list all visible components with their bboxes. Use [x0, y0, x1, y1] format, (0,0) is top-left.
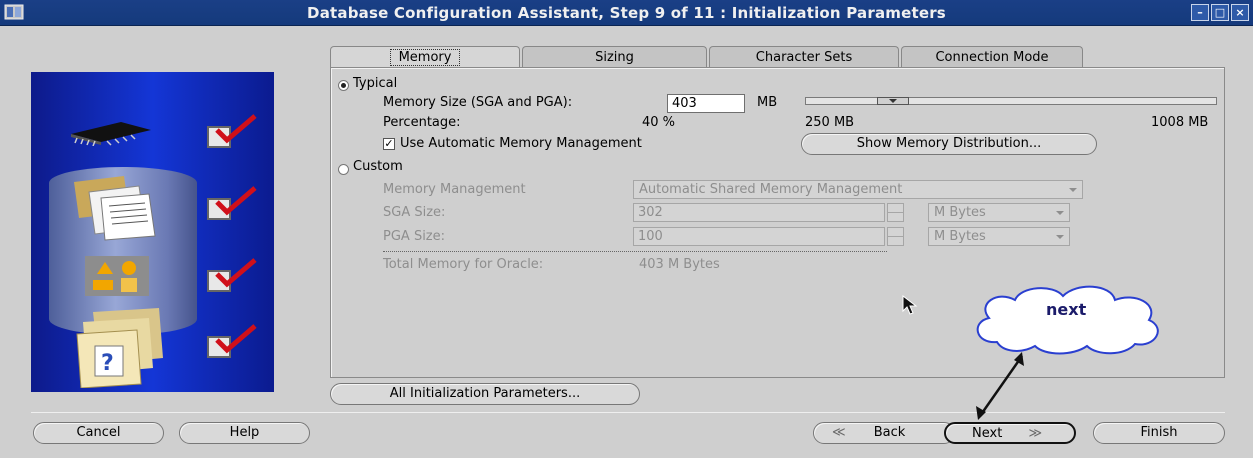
window-title: Database Configuration Assistant, Step 9… [307, 4, 946, 22]
memory-management-value: Automatic Shared Memory Management [639, 182, 903, 197]
tab-character-sets[interactable]: Character Sets [709, 46, 899, 68]
tab-sizing[interactable]: Sizing [522, 46, 707, 68]
slider-min-label: 250 MB [805, 115, 855, 130]
memory-management-label: Memory Management [383, 182, 526, 197]
cancel-button[interactable]: Cancel [33, 422, 164, 444]
memory-management-select[interactable]: Automatic Shared Memory Management [633, 180, 1083, 199]
help-folder-icon: ? [76, 308, 163, 388]
back-arrow-icon: ≪ [832, 425, 846, 440]
sga-unit-value: M Bytes [934, 205, 986, 220]
annotation-cloud [976, 285, 1159, 355]
custom-label: Custom [353, 159, 403, 174]
annotation-cloud-text: next [1046, 300, 1087, 319]
memory-size-input[interactable]: 403 [667, 94, 745, 113]
pga-unit-select[interactable]: M Bytes [928, 227, 1070, 246]
tab-connection-mode[interactable]: Connection Mode [901, 46, 1083, 68]
next-arrow-icon: ≫ [1028, 426, 1043, 441]
custom-radio[interactable] [338, 164, 349, 175]
red-checkmark-icon [215, 186, 257, 216]
sga-unit-select[interactable]: M Bytes [928, 203, 1070, 222]
red-checkmark-icon [215, 324, 257, 354]
finish-button[interactable]: Finish [1093, 422, 1225, 444]
sga-size-spinner[interactable] [887, 203, 904, 222]
close-button[interactable]: × [1231, 4, 1249, 21]
step-illustration: ? [31, 72, 274, 392]
maximize-button[interactable]: □ [1211, 4, 1229, 21]
total-separator [383, 251, 887, 252]
memory-size-unit: MB [757, 95, 778, 110]
title-bar: Database Configuration Assistant, Step 9… [0, 0, 1253, 26]
tab-label: Memory [389, 49, 461, 66]
percentage-value: 40 % [642, 115, 676, 130]
next-label: Next [972, 426, 1003, 441]
memory-size-label: Memory Size (SGA and PGA): [383, 95, 573, 110]
tab-strip: Memory Sizing Character Sets Connection … [330, 46, 1085, 68]
chip-icon [71, 122, 151, 146]
memory-slider-track[interactable] [805, 97, 1217, 105]
red-checkmark-icon [215, 114, 257, 144]
slider-max-label: 1008 MB [1151, 115, 1209, 130]
show-memory-distribution-button[interactable]: Show Memory Distribution... [801, 133, 1097, 155]
minimize-button[interactable]: – [1191, 4, 1209, 21]
double-arrow-annotation [976, 352, 1024, 420]
shapes-icon [85, 256, 149, 296]
help-button[interactable]: Help [179, 422, 310, 444]
back-button[interactable]: ≪ Back [813, 422, 955, 444]
sga-size-input[interactable]: 302 [633, 203, 885, 222]
next-button[interactable]: Next ≫ [944, 422, 1076, 444]
pga-size-label: PGA Size: [383, 229, 446, 244]
red-checkmark-icon [215, 258, 257, 288]
all-initialization-parameters-button[interactable]: All Initialization Parameters... [330, 383, 640, 405]
pga-size-input[interactable]: 100 [633, 227, 885, 246]
mouse-cursor-icon [902, 294, 918, 315]
amm-label: Use Automatic Memory Management [400, 136, 642, 151]
pga-size-spinner[interactable] [887, 227, 904, 246]
total-memory-value: 403 M Bytes [639, 257, 720, 272]
total-memory-label: Total Memory for Oracle: [383, 257, 544, 272]
pga-unit-value: M Bytes [934, 229, 986, 244]
main-window: ? Memory Sizing Character Sets Connectio… [0, 26, 1253, 458]
amm-checkbox[interactable]: ✓ [383, 138, 395, 150]
svg-text:?: ? [101, 351, 114, 376]
typical-radio[interactable] [338, 80, 349, 91]
sga-size-label: SGA Size: [383, 205, 446, 220]
tab-memory[interactable]: Memory [330, 46, 520, 68]
documents-icon [74, 176, 156, 241]
percentage-label: Percentage: [383, 115, 461, 130]
typical-label: Typical [353, 76, 398, 91]
back-label: Back [873, 425, 906, 440]
memory-slider-thumb[interactable] [877, 97, 909, 105]
footer-separator [31, 412, 1225, 413]
